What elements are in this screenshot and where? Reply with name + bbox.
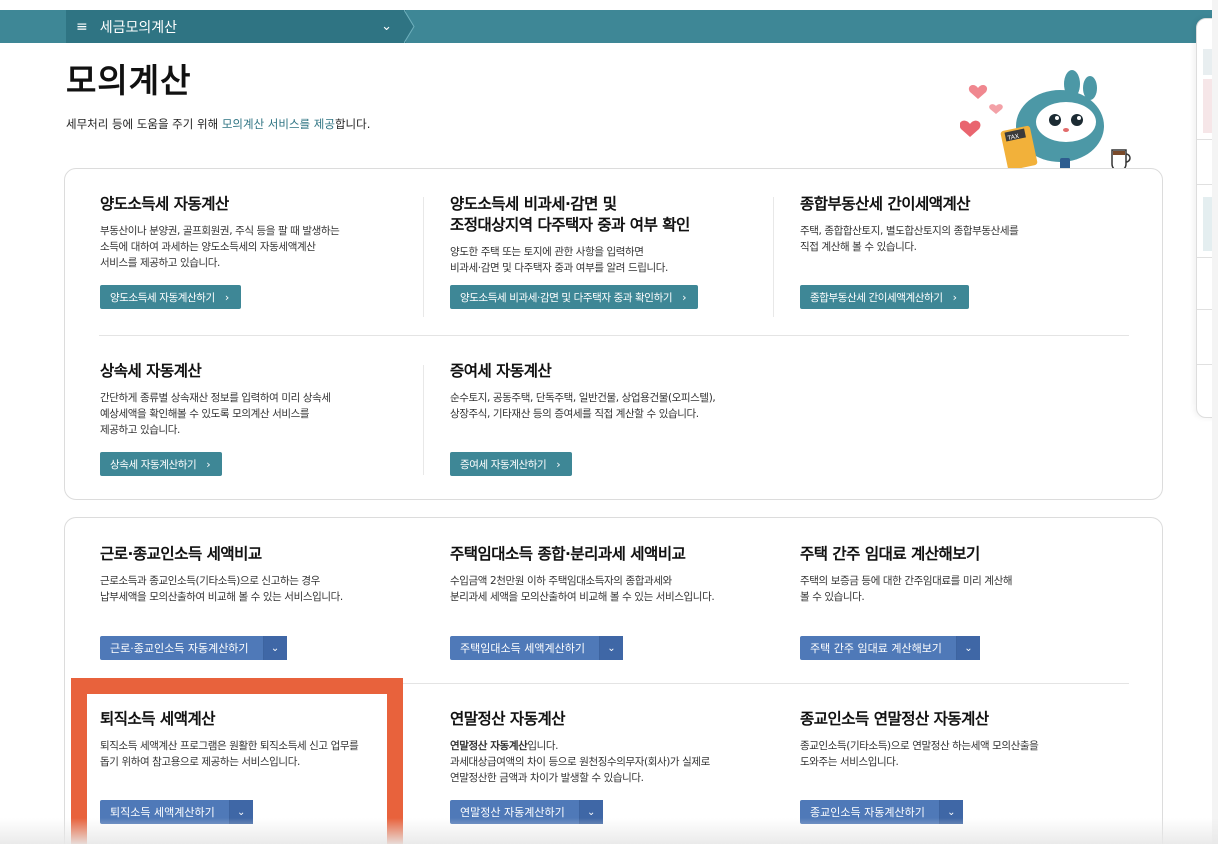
button-label: 종합부동산세 간이세액계산하기 — [810, 291, 943, 304]
calc-item-religious-year-end: 종교인소득 연말정산 자동계산 종교인소득(기타소득)으로 연말정산 하는세액 … — [800, 709, 1100, 770]
button-label: 증여세 자동계산하기 — [460, 458, 547, 471]
chevron-down-icon[interactable]: ⌄ — [598, 636, 623, 660]
deemed-rent-calc-button[interactable]: 주택 간주 임대료 계산해보기 ⌄ — [800, 636, 980, 660]
item-desc: 양도한 주택 또는 토지에 관한 사항을 입력하면 비과세·감면 및 다주택자 중… — [450, 246, 668, 274]
breadcrumb-title: 세금모의계산 — [99, 19, 178, 36]
item-desc: 수입금액 2천만원 이하 주택임대소득자의 종합과세와 분리과세 세액을 모의산출… — [450, 575, 715, 603]
inheritance-calc-button[interactable]: 상속세 자동계산하기 › — [100, 452, 223, 476]
button-label: 양도소득세 비과세·감면 및 다주택자 중과 확인하기 — [460, 291, 673, 304]
exemption-check-button[interactable]: 양도소득세 비과세·감면 및 다주택자 중과 확인하기 › — [450, 285, 699, 309]
housing-rental-calc-button[interactable]: 주택임대소득 세액계산하기 ⌄ — [450, 636, 623, 660]
capital-gains-calc-button[interactable]: 양도소득세 자동계산하기 › — [100, 285, 241, 309]
calc-item-capital-gains: 양도소득세 자동계산 부동산이나 분양권, 골프회원권, 주식 등을 팔 때 발… — [100, 194, 400, 271]
chevron-right-icon: › — [224, 290, 229, 304]
item-title: 종합부동산세 간이세액계산 — [800, 195, 971, 213]
button-label: 상속세 자동계산하기 — [110, 458, 197, 471]
item-title: 주택 간주 임대료 계산해보기 — [800, 545, 980, 563]
page-desc-suffix: 합니다. — [334, 117, 371, 131]
button-label: 근로·종교인소득 자동계산하기 — [110, 642, 249, 655]
gift-tax-calc-button[interactable]: 증여세 자동계산하기 › — [450, 452, 573, 476]
labor-religious-calc-button[interactable]: 근로·종교인소득 자동계산하기 ⌄ — [100, 636, 287, 660]
calc-item-year-end-settlement: 연말정산 자동계산 연말정산 자동계산입니다. 과세대상급여액의 차이 등으로 원… — [450, 709, 770, 786]
item-desc: 간단하게 종류별 상속재산 정보를 입력하여 미리 상속세 예상세액을 확인해볼 … — [100, 392, 331, 436]
button-label: 양도소득세 자동계산하기 — [110, 291, 215, 304]
item-desc: 연말정산 자동계산입니다. 과세대상급여액의 차이 등으로 원천징수의무자(회사)… — [450, 740, 710, 784]
item-title: 증여세 자동계산 — [450, 362, 552, 380]
top-nav-bar: ≡ 세금모의계산 ⌄ — [0, 10, 1218, 43]
chevron-right-icon: › — [682, 290, 687, 304]
breadcrumb-separator-icon — [404, 10, 415, 43]
calc-item-labor-religious-compare: 근로·종교인소득 세액비교 근로소득과 종교인소득(기타소득)으로 신고하는 경… — [100, 544, 420, 605]
item-desc: 순수토지, 공동주택, 단독주택, 일반건물, 상업용건물(오피스텔), 상장주식… — [450, 392, 716, 420]
item-desc: 주택의 보증금 등에 대한 간주임대료를 미리 계산해 볼 수 있습니다. — [800, 575, 1013, 603]
chevron-down-icon[interactable]: ⌄ — [381, 19, 392, 34]
calc-item-inheritance: 상속세 자동계산 간단하게 종류별 상속재산 정보를 입력하여 미리 상속세 예상… — [100, 361, 400, 438]
calc-item-comprehensive-real-estate: 종합부동산세 간이세액계산 주택, 종합합산토지, 별도합산토지의 종합부동산세… — [800, 194, 1100, 255]
item-title: 양도소득세 자동계산 — [100, 195, 229, 213]
item-desc: 부동산이나 분양권, 골프회원권, 주식 등을 팔 때 발생하는 소득에 대하여 … — [100, 225, 340, 269]
item-desc: 주택, 종합합산토지, 별도합산토지의 종합부동산세를 직접 계산해 볼 수 있습… — [800, 225, 1019, 253]
page-title: 모의계산 — [66, 61, 192, 100]
calc-item-gift-tax: 증여세 자동계산 순수토지, 공동주택, 단독주택, 일반건물, 상업용건물(오… — [450, 361, 770, 422]
calc-item-exemption-check: 양도소득세 비과세·감면 및 조정대상지역 다주택자 중과 여부 확인 양도한 주… — [450, 194, 770, 276]
chevron-right-icon: › — [556, 457, 561, 471]
page-desc-text: 세무처리 등에 도움을 주기 위해 — [66, 117, 222, 131]
item-title: 주택임대소득 종합·분리과세 세액비교 — [450, 545, 686, 563]
item-desc: 근로소득과 종교인소득(기타소득)으로 신고하는 경우 납부세액을 모의산출하여 … — [100, 575, 343, 603]
item-title: 양도소득세 비과세·감면 및 조정대상지역 다주택자 중과 여부 확인 — [450, 195, 690, 234]
page-description: 세무처리 등에 도움을 주기 위해 모의계산 서비스를 제공합니다. — [66, 116, 370, 132]
scrollbar[interactable] — [1212, 0, 1218, 844]
heart-icon — [960, 85, 1003, 137]
item-title: 연말정산 자동계산 — [450, 710, 565, 728]
button-label: 주택임대소득 세액계산하기 — [460, 642, 585, 655]
chevron-down-icon[interactable]: ⌄ — [955, 636, 980, 660]
chevron-right-icon: › — [206, 457, 211, 471]
button-label: 주택 간주 임대료 계산해보기 — [810, 642, 942, 655]
calc-item-housing-rental-compare: 주택임대소득 종합·분리과세 세액비교 수입금액 2천만원 이하 주택임대소득자… — [450, 544, 770, 605]
item-title: 근로·종교인소득 세액비교 — [100, 545, 262, 563]
chevron-right-icon: › — [952, 290, 957, 304]
comprehensive-real-estate-calc-button[interactable]: 종합부동산세 간이세액계산하기 › — [800, 285, 969, 309]
item-desc: 종교인소득(기타소득)으로 연말정산 하는세액 모의산출을 도와주는 서비스입니다… — [800, 740, 1039, 768]
bottom-fade — [0, 818, 1218, 844]
item-title: 상속세 자동계산 — [100, 362, 202, 380]
chevron-down-icon[interactable]: ⌄ — [262, 636, 287, 660]
mascot-illustration: TAX — [960, 70, 1131, 176]
calc-item-deemed-rent: 주택 간주 임대료 계산해보기 주택의 보증금 등에 대한 간주임대료를 미리 … — [800, 544, 1100, 605]
item-title: 종교인소득 연말정산 자동계산 — [800, 710, 989, 728]
hamburger-icon[interactable]: ≡ — [76, 19, 88, 35]
page-desc-highlight: 모의계산 서비스를 제공 — [221, 117, 335, 131]
breadcrumb-dropdown[interactable]: ≡ 세금모의계산 ⌄ — [66, 10, 406, 43]
